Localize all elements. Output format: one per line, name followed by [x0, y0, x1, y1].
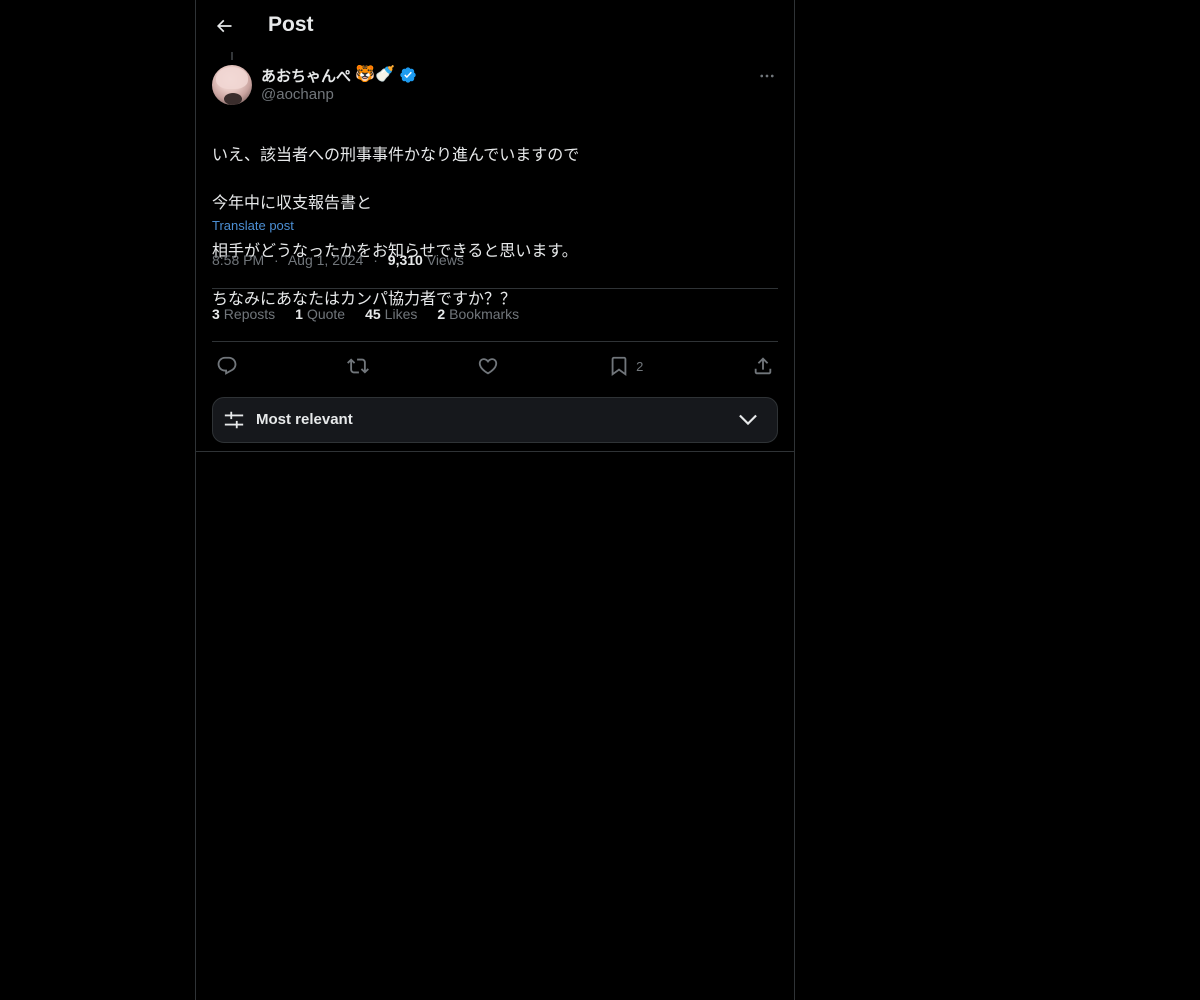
share-icon: [754, 357, 772, 375]
avatar-hair: [216, 67, 248, 89]
meta-separator: ·: [373, 252, 378, 268]
sort-replies-dropdown[interactable]: Most relevant: [212, 397, 778, 443]
author-name-emojis: 🐯🍼: [355, 66, 395, 83]
arrow-left-icon: [216, 19, 232, 33]
bookmark-button[interactable]: 2: [604, 351, 647, 381]
author-name-row: あおちゃんぺ 🐯🍼: [261, 64, 417, 86]
engagement-stats: 3 Reposts 1 Quote 45 Likes 2 Bookmarks: [212, 288, 519, 340]
reposts-label: Reposts: [223, 306, 276, 322]
bookmark-icon: [611, 356, 627, 377]
post-meta: 8:58 PM · Aug 1, 2024 · 9,310 Views: [212, 252, 464, 268]
main-column: Post あおちゃんぺ 🐯🍼 @aochanp いえ、該当者への刑事事件かなり進…: [195, 0, 795, 1000]
views-count: 9,310: [387, 252, 423, 268]
author-handle[interactable]: @aochanp: [261, 86, 334, 103]
bookmarks-stat[interactable]: 2 Bookmarks: [437, 306, 519, 322]
post-date[interactable]: Aug 1, 2024: [288, 252, 364, 268]
chevron-down-icon: [739, 414, 757, 426]
sort-label: Most relevant: [256, 411, 353, 428]
likes-count: 45: [365, 306, 381, 322]
more-options-button[interactable]: [756, 65, 778, 87]
reply-button[interactable]: [212, 351, 242, 381]
post-text-line: いえ、該当者への刑事事件かなり進んでいますので: [212, 147, 580, 164]
sliders-icon: [224, 411, 244, 429]
reposts-count: 3: [212, 306, 220, 322]
quotes-stat[interactable]: 1 Quote: [295, 306, 345, 322]
bookmark-count: 2: [636, 358, 644, 374]
bookmarks-count: 2: [437, 306, 446, 322]
post-text-line: 今年中に収支報告書と: [212, 195, 373, 212]
more-dots-icon: [760, 74, 774, 78]
heart-icon: [479, 358, 498, 375]
verified-badge-icon[interactable]: [399, 66, 417, 84]
avatar[interactable]: [212, 65, 252, 105]
avatar-shadow: [224, 93, 242, 105]
repost-icon: [346, 358, 369, 374]
back-button[interactable]: [208, 10, 240, 42]
translate-post-link[interactable]: Translate post: [212, 218, 294, 233]
post-actions: 2: [212, 342, 778, 390]
author-display-name[interactable]: あおちゃんぺ: [261, 65, 351, 86]
views-label: Views: [426, 252, 464, 268]
post-time[interactable]: 8:58 PM: [212, 252, 264, 268]
repost-button[interactable]: [343, 351, 373, 381]
likes-stat[interactable]: 45 Likes: [365, 306, 417, 322]
reply-icon: [217, 356, 237, 375]
top-bar: Post: [196, 0, 794, 53]
bookmarks-label: Bookmarks: [449, 306, 520, 322]
quotes-count: 1: [295, 306, 303, 322]
section-divider: [196, 451, 794, 452]
page-title: Post: [268, 13, 314, 36]
share-button[interactable]: [748, 351, 778, 381]
thread-connector-line: [231, 52, 233, 60]
meta-separator: ·: [274, 252, 279, 268]
reposts-stat[interactable]: 3 Reposts: [212, 306, 275, 322]
like-button[interactable]: [473, 351, 503, 381]
likes-label: Likes: [384, 306, 418, 322]
quotes-label: Quote: [306, 306, 346, 322]
